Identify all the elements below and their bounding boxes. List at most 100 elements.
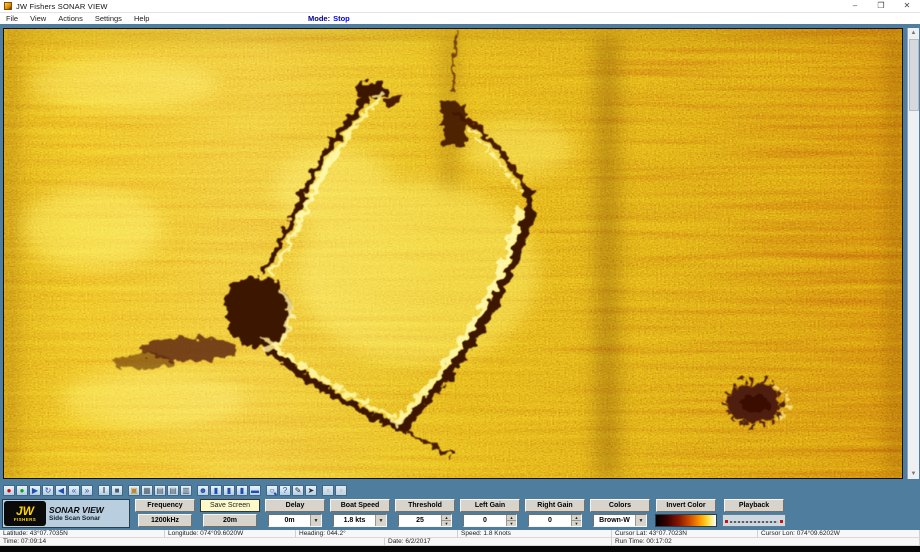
column-c-icon[interactable]: ▮ — [236, 485, 248, 496]
menu-actions[interactable]: Actions — [52, 14, 89, 23]
user-icon[interactable]: ☻ — [197, 485, 209, 496]
playback-slider[interactable] — [722, 514, 786, 527]
right-gain-button[interactable]: Right Gain — [525, 499, 585, 512]
left-gain-spinner[interactable]: 0 ▲ ▼ — [463, 514, 517, 527]
app-icon — [4, 2, 12, 10]
reverse-icon[interactable]: ◀ — [55, 485, 67, 496]
save-file-icon[interactable]: ▦ — [141, 485, 153, 496]
invert-color-group: Invert Color — [655, 499, 717, 527]
brand-panel: JW FISHERS SONAR VIEW Side Scan Sonar — [2, 499, 130, 528]
sonar-image — [4, 29, 902, 478]
toolbar: ● ● ▶ ↻ ◀ « » ‖ ■ ▣ ▦ ▤ ▤ ▥ ☻ ▮ ▮ ▮ ▬ ○ … — [0, 483, 920, 497]
print-icon[interactable]: ▥ — [180, 485, 192, 496]
chevron-down-icon[interactable]: ▼ — [310, 515, 321, 526]
right-gain-value: 0 — [529, 515, 571, 526]
tool-a-icon[interactable]: ▫ — [322, 485, 334, 496]
stop-icon[interactable]: ■ — [111, 485, 123, 496]
playback-button[interactable]: Playback — [724, 499, 784, 512]
zoom-icon[interactable]: ○ — [266, 485, 278, 496]
vertical-scrollbar[interactable]: ▲ ▼ — [907, 28, 919, 479]
loop-icon[interactable]: ↻ — [42, 485, 54, 496]
menu-help[interactable]: Help — [128, 14, 155, 23]
rewind-icon[interactable]: « — [68, 485, 80, 496]
dash-icon[interactable]: ▬ — [249, 485, 261, 496]
mode-label: Mode: — [308, 14, 330, 23]
boat-speed-value: 1.8 kts — [334, 515, 375, 526]
jw-fishers-logo: JW FISHERS — [4, 501, 46, 526]
event-mark-icon[interactable]: ● — [16, 485, 28, 496]
record-icon[interactable]: ● — [3, 485, 15, 496]
column-b-icon[interactable]: ▮ — [223, 485, 235, 496]
delay-dropdown[interactable]: 0m ▼ — [268, 514, 322, 527]
status-longitude: Longitude: 074°09.6020W — [165, 530, 296, 538]
status-bar: Latitude: 43°07.7035N Longitude: 074°09.… — [0, 530, 920, 546]
logo-jw-text: JW — [16, 505, 34, 517]
scroll-down-icon[interactable]: ▼ — [911, 469, 917, 479]
menu-bar: File View Actions Settings Help Mode: St… — [0, 13, 920, 24]
frequency-button[interactable]: Frequency — [135, 499, 195, 512]
delay-value: 0m — [269, 515, 310, 526]
menu-file[interactable]: File — [0, 14, 24, 23]
right-gain-group: Right Gain 0 ▲ ▼ — [525, 499, 585, 527]
range-value-button[interactable]: 20m — [203, 514, 257, 527]
logo-fishers-text: FISHERS — [14, 517, 36, 522]
menu-view[interactable]: View — [24, 14, 52, 23]
bottom-strip — [0, 546, 920, 552]
pointer-icon[interactable]: ➤ — [305, 485, 317, 496]
right-gain-spinner[interactable]: 0 ▲ ▼ — [528, 514, 582, 527]
frequency-group: Frequency 1200kHz — [135, 499, 195, 527]
tool-b-icon[interactable]: ▫ — [335, 485, 347, 496]
pencil-icon[interactable]: ✎ — [292, 485, 304, 496]
spinner-down-icon[interactable]: ▼ — [442, 521, 451, 526]
maximize-button[interactable]: ❐ — [868, 0, 894, 13]
chevron-down-icon[interactable]: ▼ — [635, 515, 646, 526]
status-heading: Heading: 044.2° — [296, 530, 458, 538]
copy-icon[interactable]: ▤ — [154, 485, 166, 496]
sonar-display[interactable] — [3, 28, 903, 479]
boat-speed-button[interactable]: Boat Speed — [330, 499, 390, 512]
pause-icon[interactable]: ‖ — [98, 485, 110, 496]
spinner-down-icon[interactable]: ▼ — [572, 521, 581, 526]
status-run-time: Run Time: 00:17:02 — [612, 538, 920, 546]
main-area: ▲ ▼ — [0, 24, 920, 483]
scroll-up-icon[interactable]: ▲ — [911, 28, 917, 38]
save-screen-button[interactable]: Save Screen — [200, 499, 260, 512]
column-a-icon[interactable]: ▮ — [210, 485, 222, 496]
open-file-icon[interactable]: ▣ — [128, 485, 140, 496]
left-gain-button[interactable]: Left Gain — [460, 499, 520, 512]
status-time: Time: 07:09:14 — [0, 538, 385, 546]
status-row-2: Time: 07:09:14 Date: 6/2/2017 Run Time: … — [0, 538, 920, 546]
scrollbar-thumb[interactable] — [909, 39, 919, 111]
document-icon[interactable]: ▤ — [167, 485, 179, 496]
window-title: JW Fishers SONAR VIEW — [16, 2, 108, 11]
boat-speed-dropdown[interactable]: 1.8 kts ▼ — [333, 514, 387, 527]
spinner-down-icon[interactable]: ▼ — [507, 521, 516, 526]
menu-settings[interactable]: Settings — [89, 14, 128, 23]
control-panel: JW FISHERS SONAR VIEW Side Scan Sonar Fr… — [0, 497, 920, 530]
boat-speed-group: Boat Speed 1.8 kts ▼ — [330, 499, 390, 527]
brand-subtitle: Side Scan Sonar — [49, 515, 104, 523]
colors-button[interactable]: Colors — [590, 499, 650, 512]
minimize-button[interactable]: – — [842, 0, 868, 13]
status-speed: Speed: 1.8 Knots — [458, 530, 612, 538]
frequency-value-button[interactable]: 1200kHz — [138, 514, 192, 527]
title-bar: JW Fishers SONAR VIEW – ❐ ✕ — [0, 0, 920, 13]
status-cursor-lon: Cursor Lon: 074°09.6202W — [758, 530, 920, 538]
delay-button[interactable]: Delay — [265, 499, 325, 512]
window-controls: – ❐ ✕ — [842, 0, 920, 13]
mode-value: Stop — [333, 14, 350, 23]
close-button[interactable]: ✕ — [894, 0, 920, 13]
threshold-value: 25 — [399, 515, 441, 526]
status-row-1: Latitude: 43°07.7035N Longitude: 074°09.… — [0, 530, 920, 538]
help-icon[interactable]: ? — [279, 485, 291, 496]
threshold-spinner[interactable]: 25 ▲ ▼ — [398, 514, 452, 527]
chevron-down-icon[interactable]: ▼ — [375, 515, 386, 526]
delay-group: Delay 0m ▼ — [265, 499, 325, 527]
threshold-button[interactable]: Threshold — [395, 499, 455, 512]
save-screen-group: Save Screen 20m — [200, 499, 260, 527]
app-window: JW Fishers SONAR VIEW – ❐ ✕ File View Ac… — [0, 0, 920, 552]
fast-forward-icon[interactable]: » — [81, 485, 93, 496]
play-icon[interactable]: ▶ — [29, 485, 41, 496]
invert-color-button[interactable]: Invert Color — [656, 499, 716, 512]
colors-dropdown[interactable]: Brown-W ▼ — [593, 514, 647, 527]
